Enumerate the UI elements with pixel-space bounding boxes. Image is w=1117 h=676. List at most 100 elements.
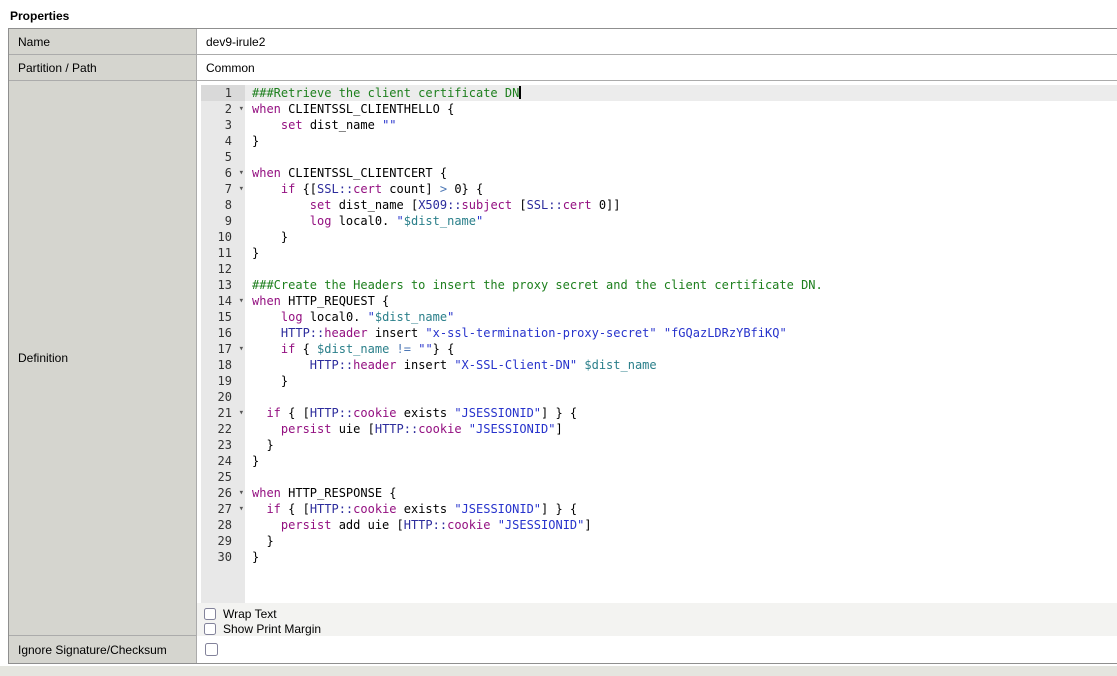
editor-lines[interactable]: 1###Retrieve the client certificate DN2▾… xyxy=(201,85,1117,603)
code-line[interactable]: 29 } xyxy=(201,533,1117,549)
line-number: 1 xyxy=(201,85,245,101)
code-line[interactable]: 20 xyxy=(201,389,1117,405)
code-line[interactable]: 4} xyxy=(201,133,1117,149)
code-line[interactable]: 12 xyxy=(201,261,1117,277)
code-line[interactable]: 11} xyxy=(201,245,1117,261)
code-text[interactable]: } xyxy=(245,453,1117,469)
code-text[interactable]: if { [HTTP::cookie exists "JSESSIONID"] … xyxy=(245,405,1117,421)
line-number: 20 xyxy=(201,389,245,405)
fold-arrow-icon[interactable]: ▾ xyxy=(239,406,244,420)
code-text[interactable]: HTTP::header insert "x-ssl-termination-p… xyxy=(245,325,1117,341)
code-line[interactable]: 21▾ if { [HTTP::cookie exists "JSESSIONI… xyxy=(201,405,1117,421)
line-number: 2▾ xyxy=(201,101,245,117)
line-number: 8 xyxy=(201,197,245,213)
ignore-signature-checkbox[interactable] xyxy=(205,643,218,656)
code-line[interactable]: 7▾ if {[SSL::cert count] > 0} { xyxy=(201,181,1117,197)
fold-arrow-icon[interactable]: ▾ xyxy=(239,294,244,308)
code-text[interactable]: when HTTP_RESPONSE { xyxy=(245,485,1117,501)
code-line[interactable]: 9 log local0. "$dist_name" xyxy=(201,213,1117,229)
show-print-margin-checkbox[interactable] xyxy=(204,623,216,635)
code-line[interactable]: 25 xyxy=(201,469,1117,485)
line-number: 14▾ xyxy=(201,293,245,309)
code-text[interactable]: if { [HTTP::cookie exists "JSESSIONID"] … xyxy=(245,501,1117,517)
code-line[interactable]: 6▾when CLIENTSSL_CLIENTCERT { xyxy=(201,165,1117,181)
code-line[interactable]: 3 set dist_name "" xyxy=(201,117,1117,133)
property-row-partition: Partition / Path Common xyxy=(9,55,1117,81)
code-text[interactable]: } xyxy=(245,373,1117,389)
code-text[interactable] xyxy=(245,389,1117,405)
property-row-ignore-signature: Ignore Signature/Checksum xyxy=(9,636,1117,663)
fold-arrow-icon[interactable]: ▾ xyxy=(239,502,244,516)
code-text[interactable]: } xyxy=(245,229,1117,245)
line-number: 19 xyxy=(201,373,245,389)
line-number: 7▾ xyxy=(201,181,245,197)
text-cursor xyxy=(519,86,521,99)
code-line[interactable]: 2▾when CLIENTSSL_CLIENTHELLO { xyxy=(201,101,1117,117)
code-line[interactable]: 27▾ if { [HTTP::cookie exists "JSESSIONI… xyxy=(201,501,1117,517)
fold-arrow-icon[interactable]: ▾ xyxy=(239,102,244,116)
fold-arrow-icon[interactable]: ▾ xyxy=(239,166,244,180)
fold-arrow-icon[interactable]: ▾ xyxy=(239,342,244,356)
code-line[interactable]: 19 } xyxy=(201,373,1117,389)
code-line[interactable]: 23 } xyxy=(201,437,1117,453)
code-text[interactable]: set dist_name [X509::subject [SSL::cert … xyxy=(245,197,1117,213)
fold-arrow-icon[interactable]: ▾ xyxy=(239,182,244,196)
code-text[interactable]: } xyxy=(245,533,1117,549)
code-text[interactable]: ###Retrieve the client certificate DN xyxy=(245,85,1117,101)
code-line[interactable]: 14▾when HTTP_REQUEST { xyxy=(201,293,1117,309)
editor-options: Wrap Text Show Print Margin xyxy=(197,603,1117,636)
code-text[interactable]: persist uie [HTTP::cookie "JSESSIONID"] xyxy=(245,421,1117,437)
partition-label: Partition / Path xyxy=(9,55,197,80)
line-number: 23 xyxy=(201,437,245,453)
code-text[interactable]: } xyxy=(245,549,1117,565)
code-line[interactable]: 5 xyxy=(201,149,1117,165)
line-number: 9 xyxy=(201,213,245,229)
wrap-text-checkbox[interactable] xyxy=(204,608,216,620)
line-number: 25 xyxy=(201,469,245,485)
code-text[interactable]: log local0. "$dist_name" xyxy=(245,309,1117,325)
line-number: 24 xyxy=(201,453,245,469)
code-text[interactable]: when CLIENTSSL_CLIENTCERT { xyxy=(245,165,1117,181)
code-line[interactable]: 22 persist uie [HTTP::cookie "JSESSIONID… xyxy=(201,421,1117,437)
code-line[interactable]: 18 HTTP::header insert "X-SSL-Client-DN"… xyxy=(201,357,1117,373)
code-text[interactable]: when CLIENTSSL_CLIENTHELLO { xyxy=(245,101,1117,117)
line-number: 27▾ xyxy=(201,501,245,517)
code-text[interactable]: log local0. "$dist_name" xyxy=(245,213,1117,229)
fold-arrow-icon[interactable]: ▾ xyxy=(239,486,244,500)
code-line[interactable]: 8 set dist_name [X509::subject [SSL::cer… xyxy=(201,197,1117,213)
line-number: 13 xyxy=(201,277,245,293)
code-text[interactable]: set dist_name "" xyxy=(245,117,1117,133)
line-number: 12 xyxy=(201,261,245,277)
wrap-text-label: Wrap Text xyxy=(223,607,277,621)
code-text[interactable] xyxy=(245,261,1117,277)
code-text[interactable]: } xyxy=(245,437,1117,453)
code-line[interactable]: 13###Create the Headers to insert the pr… xyxy=(201,277,1117,293)
code-line[interactable]: 10 } xyxy=(201,229,1117,245)
code-text[interactable] xyxy=(245,149,1117,165)
code-text[interactable] xyxy=(245,469,1117,485)
code-line[interactable]: 28 persist add uie [HTTP::cookie "JSESSI… xyxy=(201,517,1117,533)
code-text[interactable]: HTTP::header insert "X-SSL-Client-DN" $d… xyxy=(245,357,1117,373)
code-text[interactable]: when HTTP_REQUEST { xyxy=(245,293,1117,309)
line-number: 30 xyxy=(201,549,245,565)
code-line[interactable]: 1###Retrieve the client certificate DN xyxy=(201,85,1117,101)
code-text[interactable]: } xyxy=(245,245,1117,261)
editor-empty-area[interactable] xyxy=(201,565,1117,603)
code-line[interactable]: 16 HTTP::header insert "x-ssl-terminatio… xyxy=(201,325,1117,341)
page-background-strip xyxy=(0,666,1117,676)
line-number: 4 xyxy=(201,133,245,149)
line-number: 22 xyxy=(201,421,245,437)
show-print-margin-label: Show Print Margin xyxy=(223,622,321,636)
code-line[interactable]: 24} xyxy=(201,453,1117,469)
code-line[interactable]: 15 log local0. "$dist_name" xyxy=(201,309,1117,325)
code-line[interactable]: 30} xyxy=(201,549,1117,565)
code-text[interactable]: if { $dist_name != ""} { xyxy=(245,341,1117,357)
line-number: 10 xyxy=(201,229,245,245)
code-text[interactable]: } xyxy=(245,133,1117,149)
code-line[interactable]: 17▾ if { $dist_name != ""} { xyxy=(201,341,1117,357)
irule-definition-editor[interactable]: 1###Retrieve the client certificate DN2▾… xyxy=(197,81,1117,603)
code-text[interactable]: persist add uie [HTTP::cookie "JSESSIONI… xyxy=(245,517,1117,533)
code-text[interactable]: ###Create the Headers to insert the prox… xyxy=(245,277,1117,293)
code-text[interactable]: if {[SSL::cert count] > 0} { xyxy=(245,181,1117,197)
code-line[interactable]: 26▾when HTTP_RESPONSE { xyxy=(201,485,1117,501)
